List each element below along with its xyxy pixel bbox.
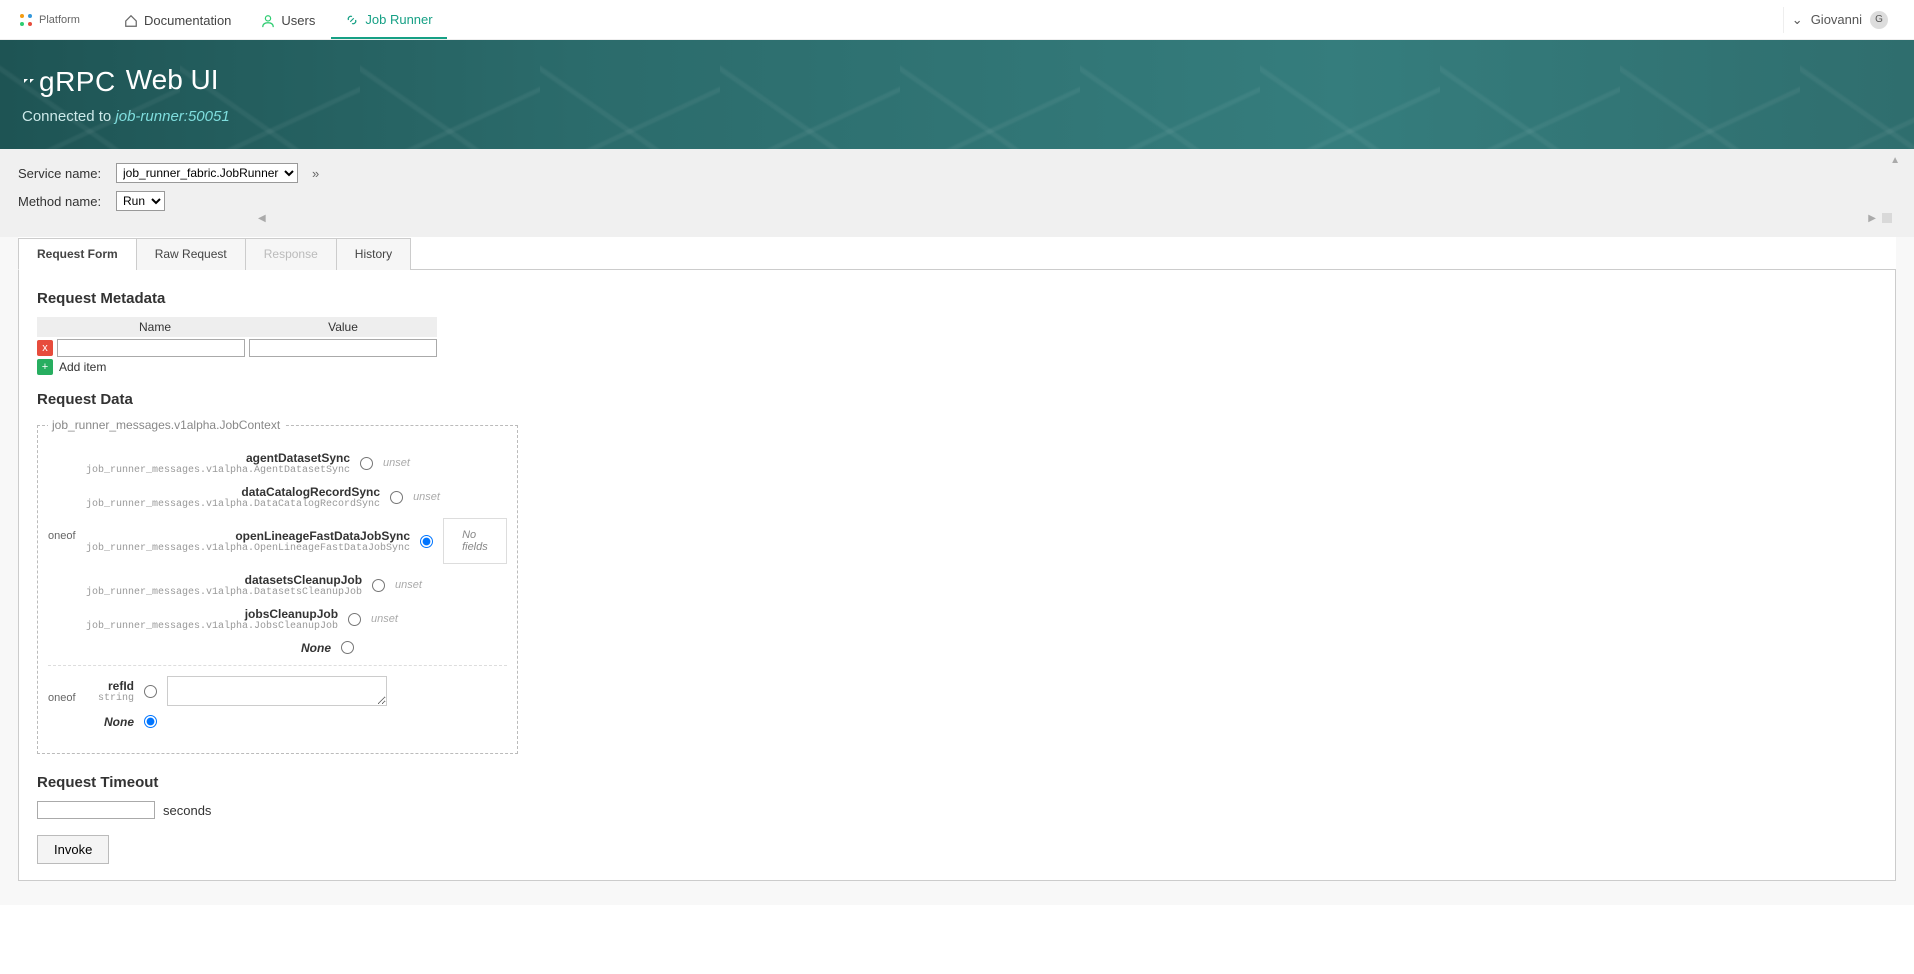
nav-item-documentation[interactable]: Documentation: [110, 0, 245, 39]
remove-row-button[interactable]: x: [37, 340, 53, 356]
nav: Documentation Users Job Runner: [110, 0, 447, 39]
radio-datasets-cleanup[interactable]: [372, 579, 385, 592]
radio-jobs-cleanup[interactable]: [348, 613, 361, 626]
user-icon: [261, 14, 275, 28]
option-value: unset: [413, 491, 440, 503]
metadata-row: x: [37, 337, 437, 359]
option-none-2: None: [86, 714, 507, 729]
request-data-title: Request Data: [37, 391, 1877, 408]
controls: ▲ Service name: job_runner_fabric.JobRun…: [0, 149, 1914, 237]
option-value: unset: [383, 457, 410, 469]
user-menu[interactable]: ⌄ Giovanni G: [1783, 7, 1896, 33]
oneof-label: oneof: [48, 676, 78, 704]
request-data-fieldset: job_runner_messages.v1alpha.JobContext o…: [37, 418, 518, 754]
avatar: G: [1870, 11, 1888, 29]
page-subtitle: Web UI: [126, 64, 219, 96]
option-jobs-cleanup-job: jobsCleanupJob job_runner_messages.v1alp…: [86, 606, 507, 632]
oneof-label: oneof: [48, 450, 78, 542]
expand-icon[interactable]: »: [308, 166, 323, 181]
tab-response: Response: [245, 238, 337, 270]
add-item-label: Add item: [59, 360, 106, 374]
option-data-catalog-record-sync: dataCatalogRecordSync job_runner_message…: [86, 484, 507, 510]
request-data-legend: job_runner_messages.v1alpha.JobContext: [48, 418, 284, 432]
add-row-button[interactable]: +: [37, 359, 53, 375]
scroll-right-icon[interactable]: ▶: [1868, 213, 1876, 224]
request-metadata-title: Request Metadata: [37, 290, 1877, 307]
metadata-table: Name Value x + Add item: [37, 317, 437, 375]
option-datasets-cleanup-job: datasetsCleanupJob job_runner_messages.v…: [86, 572, 507, 598]
method-name-label: Method name:: [18, 194, 106, 209]
request-timeout-title: Request Timeout: [37, 774, 1877, 791]
chevron-down-icon: ⌄: [1792, 12, 1803, 28]
banner: gRPC Web UI Connected to job-runner:5005…: [0, 40, 1914, 149]
nav-label: Users: [281, 13, 315, 28]
hscroll[interactable]: ◀ ▶: [18, 219, 1896, 229]
tab-request-form[interactable]: Request Form: [18, 238, 137, 270]
service-name-label: Service name:: [18, 166, 106, 181]
connected-status: Connected to job-runner:50051: [22, 108, 1892, 125]
add-item-row[interactable]: + Add item: [37, 359, 437, 375]
invoke-button[interactable]: Invoke: [37, 835, 109, 864]
link-icon: [345, 13, 359, 27]
brand[interactable]: Platform: [18, 12, 80, 28]
radio-none-2[interactable]: [144, 715, 157, 728]
nav-item-job-runner[interactable]: Job Runner: [331, 0, 446, 39]
radio-agent-dataset-sync[interactable]: [360, 457, 373, 470]
scroll-thumb[interactable]: [1882, 213, 1892, 223]
service-name-select[interactable]: job_runner_fabric.JobRunner: [116, 163, 298, 183]
nav-label: Job Runner: [365, 12, 432, 27]
option-value: No fields: [443, 518, 507, 564]
timeout-input[interactable]: [37, 801, 155, 819]
grpc-icon: [22, 77, 36, 91]
option-open-lineage-fast-data-job-sync: openLineageFastDataJobSync job_runner_me…: [86, 518, 507, 564]
option-none-1: None: [86, 640, 507, 655]
home-icon: [124, 14, 138, 28]
radio-none-1[interactable]: [341, 641, 354, 654]
radio-ref-id[interactable]: [144, 685, 157, 698]
nav-item-users[interactable]: Users: [247, 0, 329, 39]
tab-raw-request[interactable]: Raw Request: [136, 238, 246, 270]
tabs: Request Form Raw Request Response Histor…: [18, 237, 1896, 270]
ref-id-input[interactable]: [167, 676, 387, 706]
metadata-name-input[interactable]: [57, 339, 245, 357]
method-name-select[interactable]: Run: [116, 191, 165, 211]
radio-open-lineage[interactable]: [420, 535, 433, 548]
metadata-col-name: Name: [61, 317, 249, 337]
option-value: unset: [371, 613, 398, 625]
timeout-unit: seconds: [163, 803, 211, 818]
option-value: unset: [395, 579, 422, 591]
oneof-group-1: oneof agentDatasetSync job_runner_messag…: [48, 440, 507, 666]
platform-icon: [18, 12, 34, 28]
radio-data-catalog-record-sync[interactable]: [390, 491, 403, 504]
metadata-header: Name Value: [37, 317, 437, 337]
grpc-logo: gRPC: [22, 66, 116, 98]
panel-request-form: Request Metadata Name Value x + Add item…: [18, 270, 1896, 881]
option-agent-dataset-sync: agentDatasetSync job_runner_messages.v1a…: [86, 450, 507, 476]
tab-history[interactable]: History: [336, 238, 411, 270]
metadata-value-input[interactable]: [249, 339, 437, 357]
page-title: gRPC Web UI: [22, 64, 1892, 98]
option-ref-id: refId string: [86, 676, 507, 706]
connected-address: job-runner:50051: [115, 108, 229, 125]
user-name: Giovanni: [1811, 12, 1862, 27]
scroll-left-icon[interactable]: ◀: [258, 213, 266, 224]
brand-label: Platform: [39, 14, 80, 26]
timeout-row: seconds: [37, 801, 1877, 819]
topbar: Platform Documentation Users Job Runner …: [0, 0, 1914, 40]
metadata-col-value: Value: [249, 317, 437, 337]
scroll-up-icon[interactable]: ▲: [1890, 155, 1900, 166]
content: Request Form Raw Request Response Histor…: [0, 237, 1914, 905]
oneof-group-2: oneof refId string None: [48, 666, 507, 739]
nav-label: Documentation: [144, 13, 231, 28]
